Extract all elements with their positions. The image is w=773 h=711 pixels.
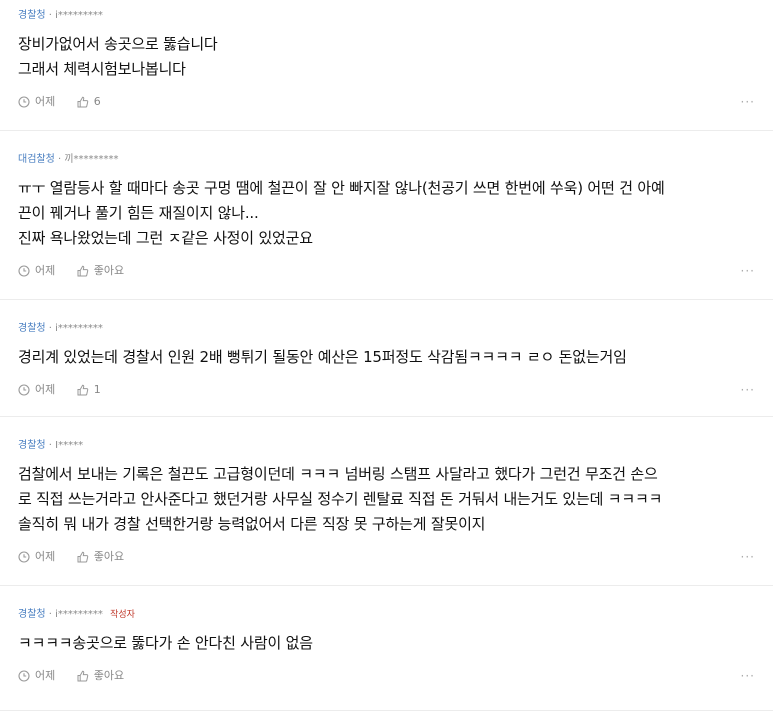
thumbs-up-icon <box>77 96 88 108</box>
author-org[interactable]: 대검찰청 <box>18 154 55 165</box>
author-org[interactable]: 경찰청 <box>18 323 46 334</box>
like-count: 좋아요 <box>93 550 125 563</box>
comment-line: 진짜 욕나왔었는데 그런 ㅈ같은 사정이 있었군요 <box>18 229 313 247</box>
thumbs-up-icon <box>77 265 88 277</box>
author-org[interactable]: 경찰청 <box>18 609 46 620</box>
like-button[interactable]: 좋아요 <box>77 549 124 565</box>
comment-body: ㅠㅜ 열람등사 할 때마다 송곳 구멍 땜에 철끈이 잘 안 빠지잘 않나(천공… <box>18 176 755 251</box>
comment-footer: 어제 1 ··· <box>18 382 755 398</box>
comment-item: 경찰청 · i********* 작성자 ㅋㅋㅋㅋ송곳으로 뚫다가 손 안다친 … <box>0 586 773 711</box>
comment-footer: 어제 좋아요 ··· <box>18 668 755 684</box>
like-button[interactable]: 좋아요 <box>77 263 124 279</box>
comment-line: ㅠㅜ 열람등사 할 때마다 송곳 구멍 땜에 철끈이 잘 안 빠지잘 않나(천공… <box>18 179 665 197</box>
comment-body: 검찰에서 보내는 기록은 철끈도 고급형이던데 ㅋㅋㅋ 넘버링 스탬프 사달라고… <box>18 462 755 537</box>
thumbs-up-icon <box>77 384 88 396</box>
comment-footer: 어제 좋아요 ··· <box>18 263 755 279</box>
comment-line: 장비가없어서 송곳으로 뚫습니다 <box>18 35 218 53</box>
clock-icon <box>18 265 30 277</box>
like-count: 1 <box>93 383 101 396</box>
comment-line: 로 직접 쓰는거라고 안사준다고 했던거랑 사무실 정수기 렌탈료 직접 돈 거… <box>18 490 663 508</box>
comment-body: 장비가없어서 송곳으로 뚫습니다 그래서 체력시험보나봅니다 <box>18 32 755 82</box>
comment-line: 그래서 체력시험보나봅니다 <box>18 60 186 78</box>
clock-icon <box>18 551 30 563</box>
clock-icon <box>18 384 30 396</box>
comment-meta: 경찰청 · i********* <box>18 323 103 334</box>
comment-line: ㅋㅋㅋㅋ송곳으로 뚫다가 손 안다친 사람이 없음 <box>18 634 313 652</box>
thumbs-up-icon <box>77 670 88 682</box>
comment-item: 경찰청 · i********* 경리계 있었는데 경찰서 인원 2배 뻥튀기 … <box>0 300 773 417</box>
timestamp-text: 어제 <box>35 669 56 682</box>
author-id[interactable]: I***** <box>55 440 83 451</box>
like-button[interactable]: 6 <box>77 94 101 110</box>
comment-meta: 경찰청 · i********* <box>18 10 103 21</box>
timestamp: 어제 <box>18 549 55 565</box>
comment-meta: 경찰청 · I***** <box>18 440 84 451</box>
author-id[interactable]: i********* <box>55 10 103 21</box>
comment-item: 대검찰청 · 끼********* ㅠㅜ 열람등사 할 때마다 송곳 구멍 땜에… <box>0 131 773 300</box>
comment-line: 솔직히 뭐 내가 경찰 선택한거랑 능력없어서 다른 직장 못 구하는게 잘못이… <box>18 515 486 533</box>
author-id[interactable]: 끼********* <box>64 154 118 165</box>
comment-item: 경찰청 · I***** 검찰에서 보내는 기록은 철끈도 고급형이던데 ㅋㅋㅋ… <box>0 417 773 586</box>
timestamp: 어제 <box>18 668 55 684</box>
timestamp: 어제 <box>18 382 55 398</box>
timestamp-text: 어제 <box>35 550 56 563</box>
like-count: 좋아요 <box>93 264 125 277</box>
more-options-icon[interactable]: ··· <box>741 263 755 279</box>
author-org[interactable]: 경찰청 <box>18 10 46 21</box>
comment-line: 검찰에서 보내는 기록은 철끈도 고급형이던데 ㅋㅋㅋ 넘버링 스탬프 사달라고… <box>18 465 658 483</box>
comment-body: ㅋㅋㅋㅋ송곳으로 뚫다가 손 안다친 사람이 없음 <box>18 631 755 656</box>
comment-footer: 어제 6 ··· <box>18 94 755 110</box>
like-button[interactable]: 좋아요 <box>77 668 124 684</box>
author-id[interactable]: i********* <box>55 609 103 620</box>
like-count: 6 <box>93 95 101 108</box>
comment-item: 경찰청 · i********* 장비가없어서 송곳으로 뚫습니다 그래서 체력… <box>0 0 773 131</box>
timestamp-text: 어제 <box>35 264 56 277</box>
clock-icon <box>18 670 30 682</box>
comment-meta: 대검찰청 · 끼********* <box>18 154 119 165</box>
timestamp-text: 어제 <box>35 383 56 396</box>
comment-footer: 어제 좋아요 ··· <box>18 549 755 565</box>
timestamp-text: 어제 <box>35 95 56 108</box>
more-options-icon[interactable]: ··· <box>741 382 755 398</box>
comment-meta: 경찰청 · i********* 작성자 <box>18 609 135 620</box>
thumbs-up-icon <box>77 551 88 563</box>
author-id[interactable]: i********* <box>55 323 103 334</box>
timestamp: 어제 <box>18 94 55 110</box>
author-org[interactable]: 경찰청 <box>18 440 46 451</box>
author-badge: 작성자 <box>110 610 135 620</box>
like-count: 좋아요 <box>93 669 125 682</box>
more-options-icon[interactable]: ··· <box>741 549 755 565</box>
timestamp: 어제 <box>18 263 55 279</box>
comment-line: 경리계 있었는데 경찰서 인원 2배 뻥튀기 될동안 예산은 15퍼정도 삭감됨… <box>18 348 627 366</box>
clock-icon <box>18 96 30 108</box>
comment-line: 끈이 꿰거나 풀기 힘든 재질이지 않나... <box>18 204 259 222</box>
more-options-icon[interactable]: ··· <box>741 94 755 110</box>
comment-body: 경리계 있었는데 경찰서 인원 2배 뻥튀기 될동안 예산은 15퍼정도 삭감됨… <box>18 345 755 370</box>
like-button[interactable]: 1 <box>77 382 101 398</box>
more-options-icon[interactable]: ··· <box>741 668 755 684</box>
